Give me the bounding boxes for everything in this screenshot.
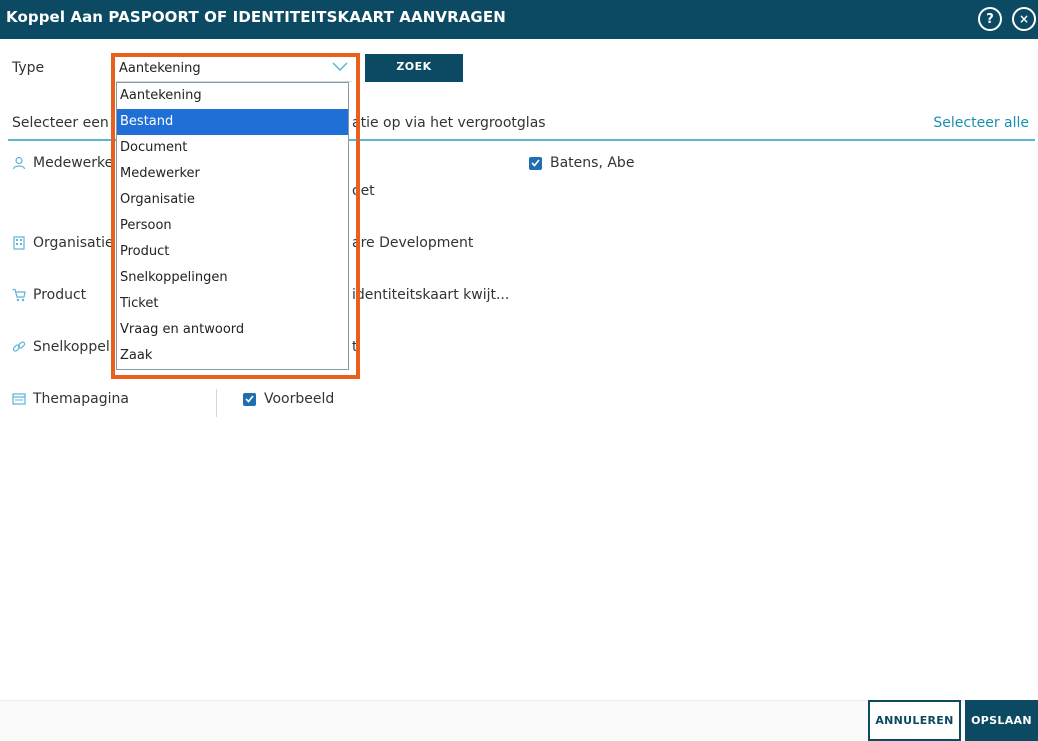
category-medewerker: Medewerke xyxy=(12,155,113,171)
link-icon xyxy=(12,340,26,354)
help-button[interactable]: ? xyxy=(978,7,1002,31)
category-organisatie: Organisatie xyxy=(12,235,114,251)
linked-item-label: Batens, Abe xyxy=(550,155,635,171)
linked-item-label: identiteitskaart kwijt... xyxy=(352,287,510,303)
instruction-text-right: atie op via het vergrootglas xyxy=(352,115,546,131)
linked-item-product: identiteitskaart kwijt... xyxy=(352,287,509,303)
close-button[interactable]: × xyxy=(1012,7,1036,31)
save-button[interactable]: OPSLAAN xyxy=(965,700,1038,741)
highlight-outline xyxy=(111,53,360,379)
cart-icon xyxy=(12,288,26,302)
linked-item-label: Voorbeeld xyxy=(264,391,335,407)
title-bar: Koppel Aan PASPOORT OF IDENTITEITSKAART … xyxy=(0,0,1038,39)
linked-item-batens[interactable]: Batens, Abe xyxy=(529,155,634,171)
linked-item-voorbeeld[interactable]: Voorbeeld xyxy=(243,391,334,407)
category-snelkoppeling: Snelkoppel xyxy=(12,339,110,355)
category-product: Product xyxy=(12,287,86,303)
column-divider xyxy=(216,389,217,417)
search-button[interactable]: ZOEK xyxy=(365,54,463,82)
category-label: Themapagina xyxy=(33,391,129,407)
category-label: Organisatie xyxy=(33,235,114,251)
help-icon: ? xyxy=(986,11,994,27)
building-icon xyxy=(12,236,26,250)
cancel-button[interactable]: ANNULEREN xyxy=(868,700,961,741)
close-icon: × xyxy=(1018,12,1030,26)
instruction-text-left: Selecteer een xyxy=(12,115,109,131)
linked-item-label: are Development xyxy=(352,235,474,251)
type-label: Type xyxy=(12,60,45,76)
linked-item-organisatie: are Development xyxy=(352,235,473,251)
user-icon xyxy=(12,156,26,170)
category-label: Medewerke xyxy=(33,155,114,171)
category-label: Product xyxy=(33,287,87,303)
category-label: Snelkoppel xyxy=(33,339,110,355)
checkbox[interactable] xyxy=(529,156,542,170)
category-themapagina: Themapagina xyxy=(12,391,129,407)
dialog-title: Koppel Aan PASPOORT OF IDENTITEITSKAART … xyxy=(6,8,506,26)
checkbox[interactable] xyxy=(243,392,256,406)
select-all-link[interactable]: Selecteer alle xyxy=(933,115,1029,131)
calendar-icon xyxy=(12,392,26,406)
